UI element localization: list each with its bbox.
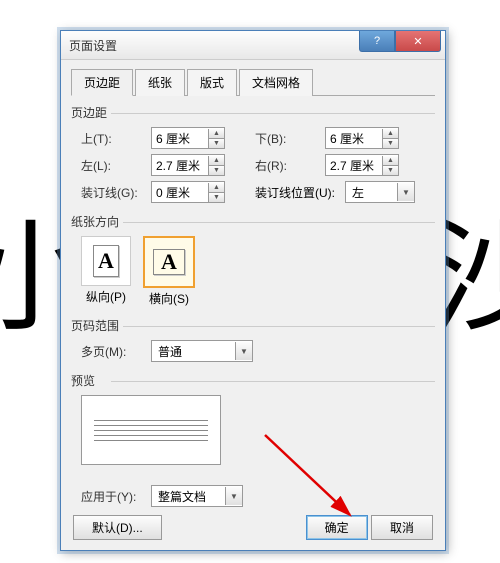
top-spinner[interactable]: ▲▼: [151, 127, 225, 149]
bottom-spinner[interactable]: ▲▼: [325, 127, 399, 149]
multi-label: 多页(M):: [81, 343, 151, 360]
ok-button[interactable]: 确定: [306, 515, 368, 540]
multi-select[interactable]: 普通▼: [151, 340, 253, 362]
chevron-down-icon[interactable]: ▼: [397, 183, 414, 201]
right-spinner[interactable]: ▲▼: [325, 154, 399, 176]
apply-value: 整篇文档: [152, 488, 225, 505]
orientation-group-label: 纸张方向: [71, 213, 435, 230]
gutter-spinner[interactable]: ▲▼: [151, 181, 225, 203]
bottom-input[interactable]: [326, 129, 382, 147]
preview-line: [94, 425, 208, 426]
spin-up-icon[interactable]: ▲: [208, 129, 224, 139]
tab-layout[interactable]: 版式: [187, 69, 237, 96]
gutter-label: 装订线(G):: [81, 184, 151, 201]
gutter-pos-label: 装订线位置(U):: [255, 184, 345, 201]
spin-up-icon[interactable]: ▲: [382, 156, 398, 166]
help-button[interactable]: ?: [359, 31, 395, 52]
orientation-group: 纸张方向 A 纵向(P) A 横向(S): [71, 213, 435, 307]
gutter-input[interactable]: [152, 183, 208, 201]
apply-select[interactable]: 整篇文档▼: [151, 485, 243, 507]
spin-down-icon[interactable]: ▼: [208, 166, 224, 175]
spin-up-icon[interactable]: ▲: [208, 156, 224, 166]
spin-down-icon[interactable]: ▼: [208, 139, 224, 148]
tab-bar: 页边距 纸张 版式 文档网格: [71, 68, 435, 96]
top-label: 上(T):: [81, 130, 151, 147]
spin-up-icon[interactable]: ▲: [382, 129, 398, 139]
preview-box: [81, 395, 221, 465]
landscape-label: 横向(S): [143, 290, 195, 307]
chevron-down-icon[interactable]: ▼: [235, 342, 252, 360]
orientation-portrait[interactable]: A 纵向(P): [81, 236, 131, 307]
apply-label: 应用于(Y):: [81, 488, 151, 505]
left-input[interactable]: [152, 156, 208, 174]
margins-group-label: 页边距: [71, 104, 435, 121]
margins-group: 页边距 上(T): ▲▼ 下(B): ▲▼ 左(L): ▲▼ 右(R): ▲▼ …: [71, 104, 435, 203]
top-input[interactable]: [152, 129, 208, 147]
apply-row: 应用于(Y): 整篇文档▼: [71, 485, 435, 507]
dialog-title: 页面设置: [69, 37, 359, 54]
right-label: 右(R):: [255, 157, 325, 174]
preview-line: [94, 435, 208, 436]
preview-line: [94, 440, 208, 441]
right-input[interactable]: [326, 156, 382, 174]
close-button[interactable]: ✕: [395, 31, 441, 52]
preview-line: [94, 430, 208, 431]
cancel-button[interactable]: 取消: [371, 515, 433, 540]
gutter-pos-value: 左: [346, 184, 397, 201]
spin-down-icon[interactable]: ▼: [208, 193, 224, 202]
chevron-down-icon[interactable]: ▼: [225, 487, 242, 505]
default-button[interactable]: 默认(D)...: [73, 515, 162, 540]
titlebar: 页面设置 ? ✕: [61, 31, 445, 60]
spin-down-icon[interactable]: ▼: [382, 166, 398, 175]
portrait-label: 纵向(P): [81, 288, 131, 305]
preview-line: [94, 420, 208, 421]
spin-up-icon[interactable]: ▲: [208, 183, 224, 193]
page-setup-dialog: 页面设置 ? ✕ 页边距 纸张 版式 文档网格 页边距 上(T): ▲▼ 下(B…: [60, 30, 446, 551]
button-row: 默认(D)... 确定 取消: [71, 515, 435, 540]
multi-value: 普通: [152, 343, 235, 360]
bottom-label: 下(B):: [255, 130, 325, 147]
preview-group-label: 预览: [71, 372, 435, 389]
orientation-landscape[interactable]: A 横向(S): [143, 236, 195, 307]
pages-group-label: 页码范围: [71, 317, 435, 334]
gutter-pos-select[interactable]: 左▼: [345, 181, 415, 203]
preview-group: 预览: [71, 372, 435, 465]
left-spinner[interactable]: ▲▼: [151, 154, 225, 176]
tab-grid[interactable]: 文档网格: [239, 69, 313, 96]
tab-paper[interactable]: 纸张: [135, 69, 185, 96]
pages-group: 页码范围 多页(M): 普通▼: [71, 317, 435, 362]
spin-down-icon[interactable]: ▼: [382, 139, 398, 148]
left-label: 左(L):: [81, 157, 151, 174]
tab-margins[interactable]: 页边距: [71, 69, 133, 96]
